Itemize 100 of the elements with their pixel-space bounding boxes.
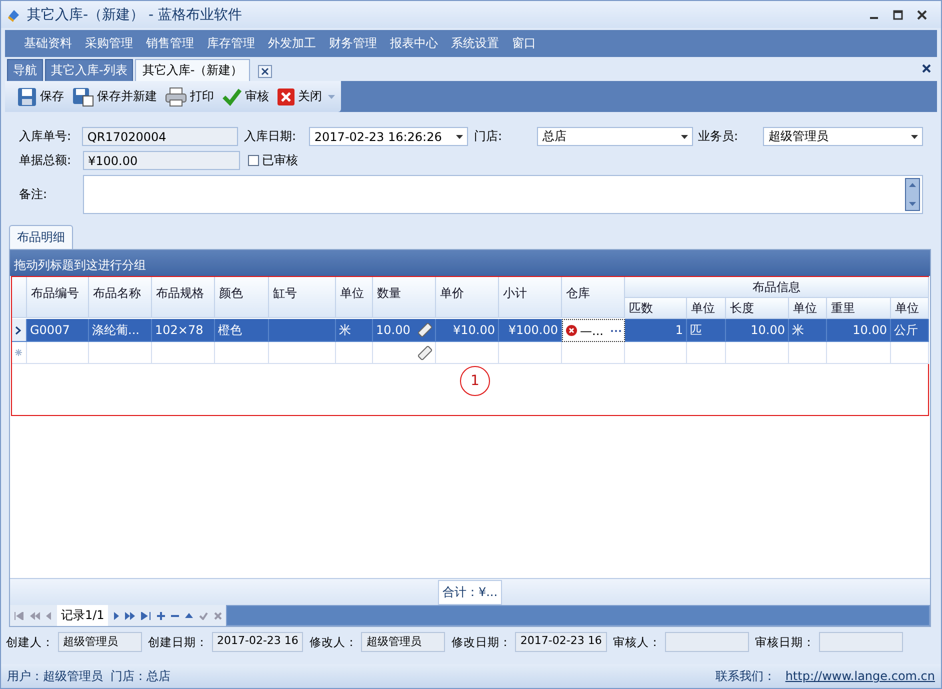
column-header[interactable]: 布品编号	[27, 277, 89, 318]
table-cell: 1	[625, 319, 687, 342]
column-header[interactable]: 单价	[436, 277, 499, 318]
scrollbar[interactable]	[226, 605, 930, 626]
column-header[interactable]: 单位	[891, 298, 929, 319]
toolbar-button[interactable]: 保存并新建	[70, 84, 159, 108]
column-band-header[interactable]: 布品信息	[625, 277, 929, 298]
toolbar-button[interactable]: 关闭	[275, 86, 324, 108]
date-dropdown[interactable]: 2017-02-23 16:26:26	[309, 127, 468, 146]
column-header[interactable]: 小计	[499, 277, 562, 318]
menu-item[interactable]: 基础资料	[17, 35, 78, 52]
close-icon[interactable]	[917, 10, 927, 20]
input-field[interactable]	[664, 632, 749, 652]
salesperson-dropdown[interactable]: 超级管理员	[763, 127, 923, 146]
field-label: 修改人：	[309, 634, 358, 650]
input-field[interactable]: 2017-02-23 16	[212, 632, 304, 652]
column-header[interactable]: 布品名称	[89, 277, 152, 318]
table-cell	[726, 342, 789, 364]
document-tab[interactable]: 其它入库-列表	[45, 59, 134, 81]
table-cell: 10.00	[726, 319, 789, 342]
table-cell: G0007	[27, 319, 89, 342]
checkmark-icon[interactable]	[199, 612, 208, 620]
toolbar-button[interactable]: 打印	[163, 84, 216, 108]
close-icon[interactable]	[922, 64, 931, 73]
table-cell: ¥10.00	[436, 319, 499, 342]
input-field[interactable]: 2017-02-23 16	[515, 632, 607, 652]
table-cell: 橙色	[215, 319, 269, 342]
table-cell	[215, 342, 269, 364]
detail-tab[interactable]: 布品明细	[9, 225, 73, 249]
table-cell: 涤纶葡...	[89, 319, 152, 342]
ruler-icon[interactable]	[418, 323, 432, 337]
table-cell: 10.00	[827, 319, 891, 342]
asterisk-icon	[15, 349, 22, 356]
field-label: 业务员:	[698, 128, 740, 145]
column-header[interactable]: 单位	[336, 277, 373, 318]
column-header[interactable]: 颜色	[215, 277, 269, 318]
triangle-up-icon[interactable]	[185, 613, 194, 618]
last-record-icon[interactable]	[141, 612, 152, 620]
input-field[interactable]: QR17020004	[82, 127, 238, 146]
header-corner	[12, 277, 27, 318]
checkbox-icon[interactable]	[248, 155, 259, 166]
menu-item[interactable]: 采购管理	[78, 35, 139, 52]
close-icon	[277, 88, 295, 106]
remark-field[interactable]	[83, 174, 923, 214]
status-text: 用户：超级管理员 门店：总店	[7, 668, 171, 684]
table-cell	[499, 342, 562, 364]
caret-icon	[911, 134, 918, 138]
input-field[interactable]: 超级管理员	[58, 632, 142, 652]
website-link[interactable]: http://www.lange.com.cn	[785, 669, 935, 683]
toolbar-button[interactable]: 保存	[15, 84, 66, 108]
approved-checkbox[interactable]: 已审核	[248, 152, 298, 169]
contact-label: 联系我们：	[715, 668, 776, 684]
record-counter: 记录1/1	[57, 605, 108, 626]
field-label: 入库日期:	[244, 128, 298, 145]
column-header[interactable]: 单位	[789, 298, 827, 319]
menu-item[interactable]: 销售管理	[139, 35, 200, 52]
table-cell: —...	[562, 319, 625, 342]
menu-item[interactable]: 库存管理	[200, 35, 261, 52]
menu-item[interactable]: 系统设置	[444, 35, 505, 52]
maximize-icon[interactable]	[893, 10, 903, 20]
menu-item[interactable]: 财务管理	[322, 35, 383, 52]
store-dropdown[interactable]: 总店	[537, 127, 694, 146]
column-header[interactable]: 匹数	[625, 298, 687, 319]
error-icon	[566, 325, 577, 336]
column-header[interactable]: 布品规格	[152, 277, 215, 318]
table-cell	[827, 342, 891, 364]
window-title: 其它入库-（新建） - 蓝格布业软件	[27, 6, 242, 24]
next-page-icon[interactable]	[125, 612, 136, 620]
table-cell	[27, 342, 89, 364]
row-indicator[interactable]	[12, 319, 27, 342]
ruler-icon[interactable]	[418, 346, 432, 360]
input-field[interactable]	[818, 632, 903, 652]
column-header[interactable]: 长度	[726, 298, 789, 319]
field-label: 备注:	[19, 186, 48, 202]
menu-item[interactable]: 报表中心	[383, 35, 444, 52]
field-label: 修改日期：	[451, 634, 512, 650]
tab-close-icon[interactable]	[258, 65, 272, 78]
field-label: 创建日期：	[148, 634, 209, 650]
table-cell: ¥100.00	[499, 319, 562, 342]
document-tab[interactable]: 其它入库-（新建）	[135, 59, 250, 81]
menu-item[interactable]: 外发加工	[261, 35, 322, 52]
input-field[interactable]: ¥100.00	[83, 151, 240, 170]
field-label: 门店:	[474, 128, 504, 145]
column-header[interactable]: 数量	[373, 277, 436, 318]
floppy-disk-icon	[72, 86, 94, 106]
menu-item[interactable]: 窗口	[505, 35, 542, 52]
column-header[interactable]: 重里	[827, 298, 891, 319]
column-header[interactable]: 单位	[687, 298, 726, 319]
column-header[interactable]: 缸号	[269, 277, 336, 318]
column-header[interactable]: 仓库	[562, 277, 625, 318]
toolbar-button[interactable]: 审核	[220, 86, 271, 108]
table-cell	[687, 342, 726, 364]
document-tab[interactable]: 导航	[7, 59, 43, 81]
add-icon[interactable]	[157, 612, 166, 620]
field-label: 单据总额:	[19, 152, 72, 169]
next-record-icon[interactable]	[114, 612, 120, 620]
input-field[interactable]: 超级管理员	[361, 632, 446, 652]
table-cell	[269, 342, 336, 364]
scrollbar[interactable]	[905, 178, 920, 210]
printer-icon	[165, 86, 187, 106]
